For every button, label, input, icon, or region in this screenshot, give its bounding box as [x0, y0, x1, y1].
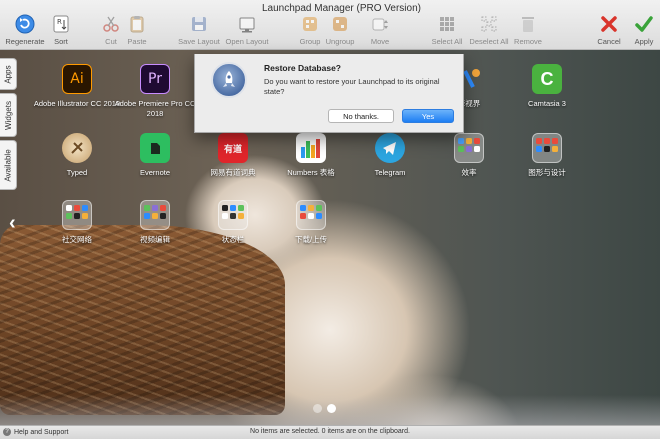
save-layout-button[interactable]: Save Layout: [173, 13, 225, 46]
remove-icon: [517, 13, 539, 35]
remove-button[interactable]: Remove: [502, 13, 554, 46]
cancel-icon: [598, 13, 620, 35]
app-camtasia[interactable]: C Camtasia 3: [502, 64, 592, 109]
background-basket: [0, 225, 285, 415]
camtasia-icon: C: [532, 64, 562, 94]
deselect-all-icon: [478, 13, 500, 35]
status-text: No items are selected. 0 items are on th…: [250, 428, 410, 435]
app-numbers[interactable]: Numbers 表格: [266, 133, 356, 178]
paste-button[interactable]: Paste: [111, 13, 163, 46]
sort-button[interactable]: R Sort: [35, 13, 87, 46]
app-typed[interactable]: Typed: [32, 133, 122, 178]
save-layout-icon: [188, 13, 210, 35]
folder-icon: [532, 133, 562, 163]
illustrator-icon: Ai: [62, 64, 92, 94]
move-icon: [369, 13, 391, 35]
ungroup-icon: [329, 13, 351, 35]
folder-download-upload[interactable]: 下载/上传: [266, 200, 356, 245]
page-dot-1[interactable]: [313, 404, 322, 413]
tab-available[interactable]: Available: [0, 140, 17, 190]
side-tabs: Apps Widgets Available: [0, 58, 17, 193]
select-all-icon: [436, 13, 458, 35]
folder-social-network[interactable]: 社交网络: [32, 200, 122, 245]
yes-button[interactable]: Yes: [402, 109, 454, 123]
previous-page-chevron-icon[interactable]: ‹: [9, 212, 16, 235]
tab-apps[interactable]: Apps: [0, 58, 17, 90]
folder-icon: [296, 200, 326, 230]
checkmark-icon: [633, 13, 655, 35]
folder-status-bar[interactable]: 状态栏: [188, 200, 278, 245]
app-adobe-illustrator[interactable]: Ai Adobe Illustrator CC 2019: [32, 64, 122, 109]
move-button[interactable]: Move: [354, 13, 406, 46]
tab-widgets[interactable]: Widgets: [0, 93, 17, 137]
launchpad-rocket-icon: [211, 62, 247, 98]
page-dot-2[interactable]: [327, 404, 336, 413]
folder-efficiency[interactable]: 效率: [424, 133, 514, 178]
telegram-icon: [375, 133, 405, 163]
sort-icon: R: [50, 13, 72, 35]
youdao-icon: 有道: [218, 133, 248, 163]
folder-icon: [62, 200, 92, 230]
paste-icon: [126, 13, 148, 35]
apply-button[interactable]: Apply: [628, 13, 660, 46]
folder-icon: [454, 133, 484, 163]
premiere-icon: Pr: [140, 64, 170, 94]
restore-database-dialog: Restore Database? Do you want to restore…: [194, 54, 464, 133]
folder-video-editing[interactable]: 视频编辑: [110, 200, 200, 245]
open-layout-button[interactable]: Open Layout: [221, 13, 273, 46]
app-youdao[interactable]: 有道 网易有道词典: [188, 133, 278, 178]
page-indicator: [313, 404, 336, 413]
toolbar: Launchpad Manager (PRO Version) Regenera…: [0, 0, 660, 50]
folder-icon: [140, 200, 170, 230]
app-adobe-premiere[interactable]: Pr Adobe Premiere Pro CC 2018: [110, 64, 200, 119]
dialog-message: Do you want to restore your Launchpad to…: [264, 77, 440, 96]
folder-graphics-design[interactable]: 图形与设计: [502, 133, 592, 178]
evernote-icon: [140, 133, 170, 163]
app-evernote[interactable]: Evernote: [110, 133, 200, 178]
cancel-button[interactable]: Cancel: [592, 13, 626, 46]
typed-icon: [62, 133, 92, 163]
numbers-icon: [296, 133, 326, 163]
folder-icon: [218, 200, 248, 230]
no-thanks-button[interactable]: No thanks.: [328, 109, 394, 123]
svg-text:R: R: [57, 18, 62, 26]
status-bar: ? Help and Support No items are selected…: [0, 425, 660, 439]
dialog-title: Restore Database?: [264, 63, 342, 73]
app-telegram[interactable]: Telegram: [345, 133, 435, 178]
open-layout-icon: [236, 13, 258, 35]
regenerate-icon: [14, 13, 36, 35]
